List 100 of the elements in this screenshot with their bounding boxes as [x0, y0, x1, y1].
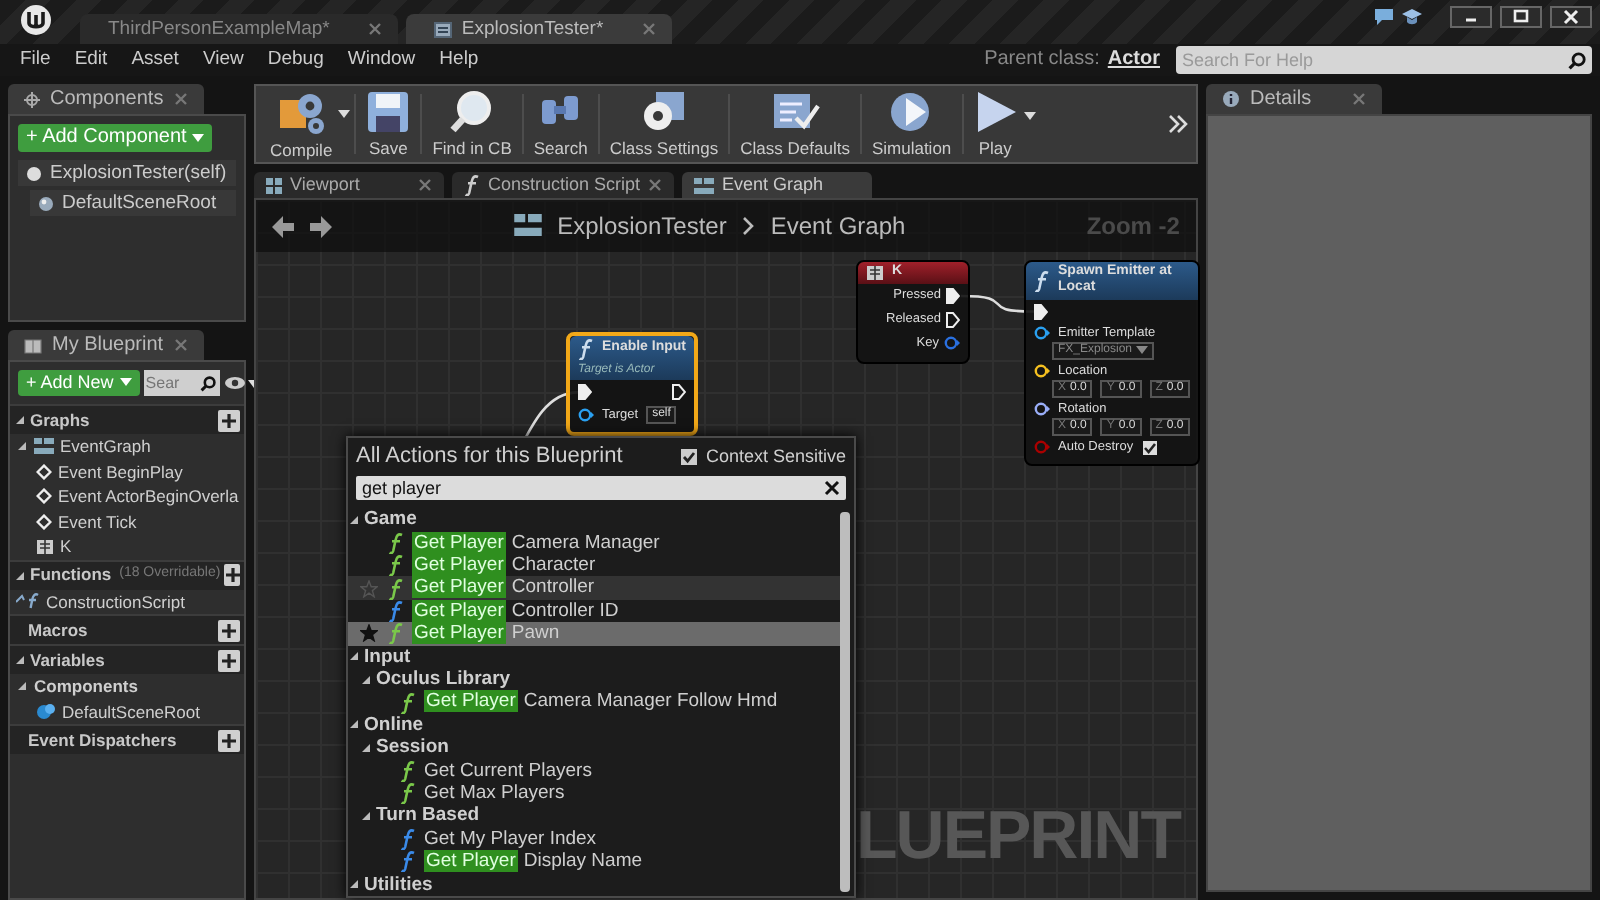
magnifier-icon[interactable]: [450, 89, 495, 134]
tree-item[interactable]: K: [60, 536, 72, 557]
panel-tab[interactable]: Components: [8, 84, 204, 114]
menu-item[interactable]: Asset: [119, 48, 191, 72]
category-label[interactable]: Utilities: [364, 873, 433, 896]
overflow-chevron-icon[interactable]: [1168, 114, 1188, 134]
expand-arrow-icon[interactable]: [348, 650, 360, 663]
settings-icon[interactable]: [639, 89, 688, 134]
menu-item[interactable]: Edit: [62, 48, 120, 72]
menu-item[interactable]: Help: [427, 48, 491, 72]
action-item[interactable]: Get Player Camera Manager Follow Hmd: [424, 690, 778, 714]
checkbox-icon[interactable]: [1141, 439, 1158, 456]
search-icon[interactable]: [1568, 51, 1586, 69]
action-item[interactable]: Get Player Controller ID: [412, 599, 619, 623]
toolbar-button[interactable]: Find in CB: [426, 87, 518, 161]
parent-class-label: Parent class:: [984, 48, 1100, 72]
menu-item[interactable]: View: [190, 48, 256, 72]
action-item[interactable]: Get Player Character: [412, 553, 596, 577]
checklist-icon[interactable]: [771, 89, 820, 134]
category-label[interactable]: Components: [34, 676, 138, 697]
section-label[interactable]: Graphs: [30, 409, 90, 431]
checkbox-icon[interactable]: [679, 448, 698, 467]
expand-arrow-icon[interactable]: [360, 810, 372, 823]
clear-icon[interactable]: [824, 480, 840, 497]
component-item[interactable]: ExplosionTester(self): [18, 160, 236, 186]
action-item[interactable]: Get Player Camera Manager: [412, 531, 660, 554]
menu-item[interactable]: File: [8, 48, 63, 72]
play-icon[interactable]: [973, 89, 1018, 134]
category-label[interactable]: Session: [376, 736, 449, 760]
expand-arrow-icon[interactable]: [14, 654, 26, 666]
help-search-field[interactable]: Search For Help: [1176, 46, 1592, 74]
toolbar-button[interactable]: Class Defaults: [734, 87, 856, 161]
add-button[interactable]: [224, 564, 240, 586]
toolbar-button[interactable]: Class Settings: [603, 87, 725, 161]
expand-arrow-icon[interactable]: [360, 741, 372, 754]
expand-arrow-icon[interactable]: [16, 440, 28, 453]
category-label[interactable]: Input: [364, 645, 411, 668]
section-label[interactable]: Macros: [28, 619, 88, 641]
editor-tab[interactable]: Construction Script: [452, 172, 675, 198]
category-label[interactable]: Game: [364, 508, 417, 532]
breadcrumb-link[interactable]: Event Graph: [770, 211, 906, 241]
panel-tab[interactable]: Details: [1206, 84, 1382, 114]
tree-item[interactable]: Event ActorBeginOverla: [58, 486, 239, 507]
parent-class-link[interactable]: Actor: [1107, 48, 1160, 72]
category-label[interactable]: Online: [364, 713, 424, 737]
back-arrow-icon[interactable]: [272, 215, 294, 237]
action-item[interactable]: Get Current Players: [424, 759, 592, 782]
tree-item[interactable]: Event Tick: [58, 511, 137, 532]
tree-item[interactable]: Event BeginPlay: [58, 461, 183, 482]
toolbar-button[interactable]: Play: [967, 87, 1024, 161]
chevron-icon: [742, 215, 755, 236]
toolbar-button[interactable]: Save: [360, 87, 417, 161]
graph-canvas[interactable]: [254, 198, 1198, 900]
menu-item[interactable]: Debug: [255, 48, 336, 72]
expand-arrow-icon[interactable]: [348, 513, 360, 526]
plus-icon[interactable]: [225, 568, 240, 582]
toolbar-button[interactable]: Compile: [264, 85, 339, 163]
expand-arrow-icon[interactable]: [348, 718, 360, 731]
expand-arrow-icon[interactable]: [14, 414, 26, 426]
mortarboard-icon[interactable]: [1402, 8, 1422, 26]
checkbox-label[interactable]: Context Sensitive: [705, 446, 846, 468]
panel-tab[interactable]: My Blueprint: [8, 330, 204, 360]
search-icon[interactable]: [199, 375, 216, 391]
star-icon[interactable]: [360, 579, 378, 598]
tree-item[interactable]: EventGraph: [60, 436, 151, 457]
scrollbar[interactable]: [840, 512, 850, 892]
pin-icon: [1034, 326, 1050, 341]
tree-item[interactable]: DefaultSceneRoot: [62, 701, 200, 722]
breadcrumb-link[interactable]: ExplosionTester: [557, 211, 727, 241]
maximize-icon[interactable]: [1512, 8, 1530, 26]
search-field[interactable]: Sear: [143, 370, 220, 396]
forward-arrow-icon[interactable]: [310, 215, 332, 237]
window-tab[interactable]: ThirdPersonExampleMap*: [80, 14, 398, 44]
editor-tab[interactable]: Event Graph: [682, 172, 873, 198]
search-field[interactable]: get player: [356, 476, 846, 501]
keyboard-icon: [36, 537, 54, 556]
action-item[interactable]: Get Player Display Name: [424, 850, 643, 874]
expand-arrow-icon[interactable]: [348, 878, 360, 891]
window-tab[interactable]: ExplosionTester*: [405, 14, 672, 44]
component-item[interactable]: DefaultSceneRoot: [30, 190, 236, 216]
close-button[interactable]: [1550, 6, 1592, 28]
section-label[interactable]: Functions: [30, 564, 112, 586]
pin-icon: [1034, 440, 1050, 455]
menu-item[interactable]: Window: [335, 48, 428, 72]
chat-bubble-icon[interactable]: [1374, 8, 1394, 26]
toolbar-button[interactable]: Simulation: [865, 87, 958, 161]
category-label[interactable]: Oculus Library: [376, 668, 511, 691]
action-item[interactable]: Get Max Players: [424, 781, 565, 805]
minimize-button[interactable]: [1450, 6, 1492, 28]
action-item[interactable]: Get My Player Index: [424, 827, 597, 851]
toolbar-button[interactable]: Search: [527, 87, 594, 161]
expand-arrow-icon[interactable]: [360, 673, 372, 686]
tree-item[interactable]: ConstructionScript: [46, 591, 185, 612]
eye-icon[interactable]: [223, 376, 246, 390]
category-label[interactable]: Turn Based: [376, 804, 480, 828]
editor-tab[interactable]: Viewport: [254, 172, 444, 198]
expand-arrow-icon[interactable]: [16, 680, 28, 693]
expand-arrow-icon[interactable]: [14, 569, 26, 581]
star-icon[interactable]: [360, 624, 378, 643]
maximize-button[interactable]: [1500, 6, 1542, 28]
